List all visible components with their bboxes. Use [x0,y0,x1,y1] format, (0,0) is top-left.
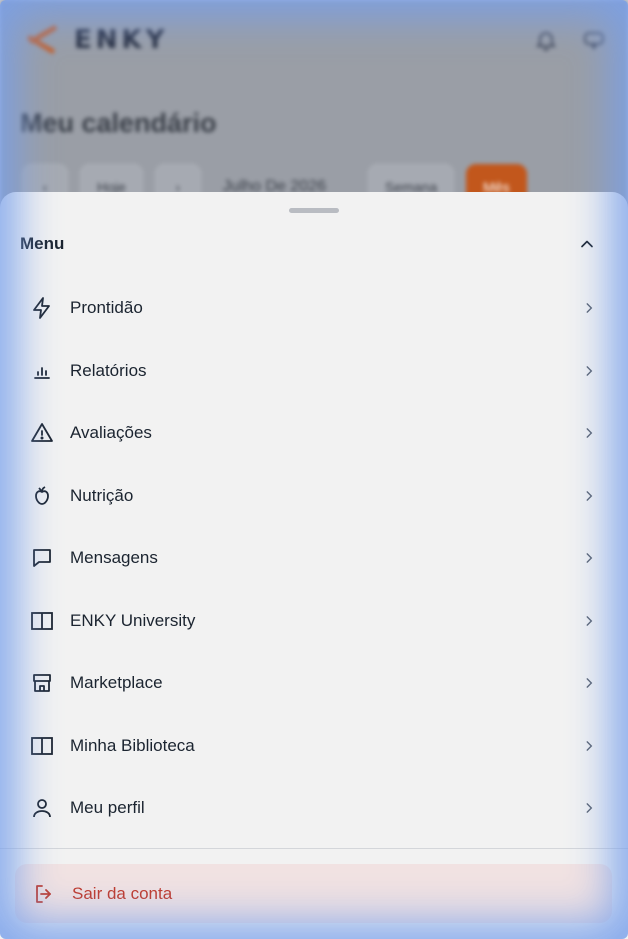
menu-item-minha-biblioteca[interactable]: Minha Biblioteca [0,715,628,778]
logo-mark-icon [22,27,62,53]
library-icon [30,734,54,758]
logout-button[interactable]: Sair da conta [15,864,612,923]
book-icon [30,609,54,633]
divider [0,848,628,849]
menu-title: Menu [20,234,65,253]
menu-item-label: Marketplace [70,673,163,693]
page-title: Meu calendário [20,108,217,138]
menu-item-avaliacoes[interactable]: Avaliações [0,402,628,465]
menu-item-label: Minha Biblioteca [70,735,195,755]
menu-item-label: Relatórios [70,360,147,380]
menu-item-marketplace[interactable]: Marketplace [0,652,628,715]
menu-list: Prontidão Relatórios Avaliações Nutrição [0,277,628,840]
menu-item-relatorios[interactable]: Relatórios [0,340,628,403]
bar-chart-icon [30,359,54,383]
chevron-right-icon [582,364,596,378]
menu-item-nutricao[interactable]: Nutrição [0,465,628,528]
user-icon [30,796,54,820]
logo-text: ENKY [74,25,169,55]
message-icon [30,546,54,570]
menu-item-prontidao[interactable]: Prontidão [0,277,628,340]
chevron-right-icon [582,301,596,315]
chevron-up-icon[interactable] [576,233,598,255]
logout-icon [32,882,56,906]
menu-sheet: Menu Prontidão Relatórios Avaliações Nut… [0,192,628,939]
chevron-right-icon [582,614,596,628]
lightning-icon [30,296,54,320]
menu-item-meu-perfil[interactable]: Meu perfil [0,777,628,840]
menu-item-enky-university[interactable]: ENKY University [0,590,628,653]
menu-item-label: Prontidão [70,298,143,318]
menu-item-label: Avaliações [70,423,152,443]
drag-handle[interactable] [289,208,339,213]
chevron-right-icon [582,676,596,690]
menu-header: Menu [20,232,598,256]
chevron-right-icon [582,739,596,753]
menu-item-label: Nutrição [70,485,134,505]
chevron-right-icon [582,489,596,503]
menu-item-mensagens[interactable]: Mensagens [0,527,628,590]
chat-icon[interactable] [582,28,606,52]
fruit-icon [30,484,54,508]
store-icon [30,671,54,695]
menu-item-label: Mensagens [70,548,158,568]
chevron-right-icon [582,801,596,815]
menu-item-label: ENKY University [70,610,196,630]
chevron-right-icon [582,551,596,565]
menu-item-label: Meu perfil [70,798,145,818]
chevron-right-icon [582,426,596,440]
logout-label: Sair da conta [72,883,173,903]
bell-icon[interactable] [534,28,558,52]
logo: ENKY [22,25,169,55]
app-header: ENKY [22,22,606,58]
warning-icon [30,421,54,445]
